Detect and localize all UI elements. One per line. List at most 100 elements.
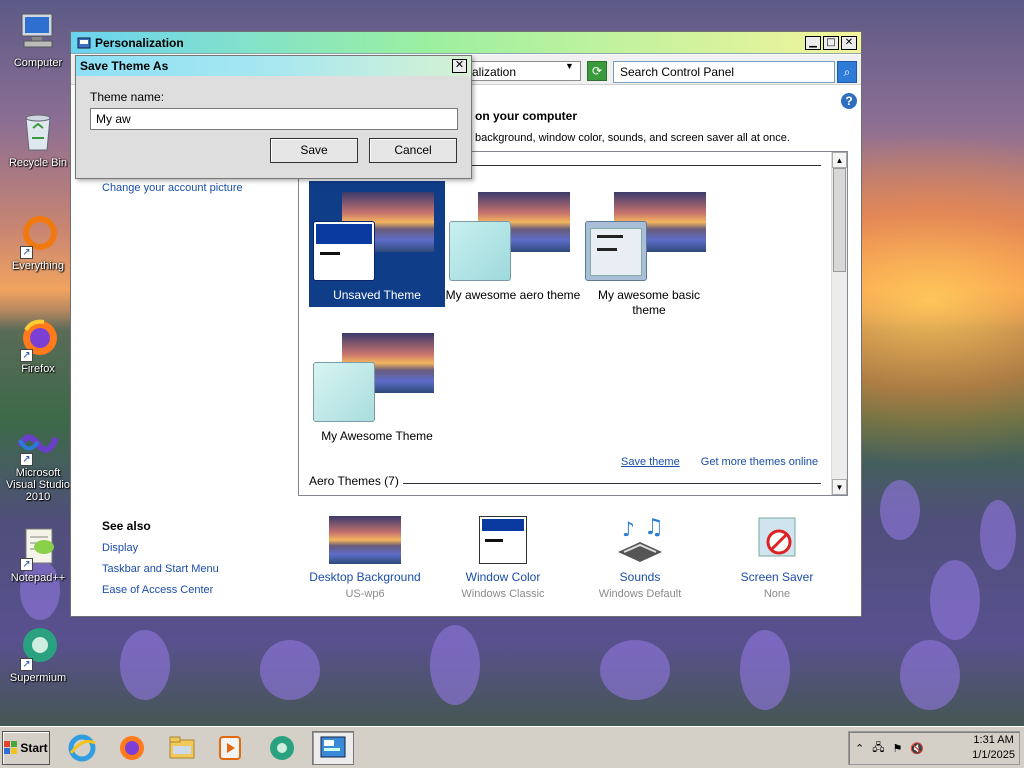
desktop-icon-visual-studio[interactable]: ↗ Microsoft Visual Studio 2010 <box>4 420 72 503</box>
maximize-button[interactable]: □ <box>823 35 839 50</box>
see-also-display-link[interactable]: Display <box>102 542 138 554</box>
save-button[interactable]: Save <box>270 138 358 163</box>
notepad-plus-plus-icon: ↗ <box>16 525 60 571</box>
desktop-background-item[interactable]: Desktop Background US-wp6 <box>300 516 430 600</box>
desktop-icon-supermium[interactable]: ↗ Supermium <box>4 625 72 684</box>
item-label: Window Color <box>465 570 541 584</box>
item-label: Sounds <box>619 570 661 584</box>
theme-unsaved[interactable]: Unsaved Theme <box>309 181 445 307</box>
media-player-icon <box>219 736 241 760</box>
volume-muted-icon[interactable]: 🔇 <box>910 742 924 755</box>
supermium-icon <box>270 736 294 760</box>
supermium-icon: ↗ <box>16 625 60 671</box>
clock-time: 1:31 AM <box>973 734 1014 746</box>
theme-my-awesome[interactable]: My Awesome Theme <box>309 322 445 448</box>
theme-name-input[interactable]: My aw <box>90 108 458 130</box>
scroll-thumb[interactable] <box>833 168 846 272</box>
item-sublabel: Windows Classic <box>461 588 545 600</box>
everything-icon: ↗ <box>16 213 60 259</box>
item-label: Screen Saver <box>740 570 814 584</box>
recycle-bin-icon <box>16 110 60 154</box>
dialog-close-icon[interactable]: ✕ <box>452 59 467 73</box>
clock[interactable]: 1:31 AM 1/1/2025 <box>972 733 1019 763</box>
desktop-icon-everything[interactable]: ↗ Everything <box>4 213 72 272</box>
desktop-icon-notepad-plus-plus[interactable]: ↗ Notepad++ <box>4 525 72 584</box>
item-sublabel: Windows Default <box>598 588 682 600</box>
flag-icon[interactable]: ⚑ <box>892 742 902 755</box>
see-also-taskbar-link[interactable]: Taskbar and Start Menu <box>102 563 219 575</box>
window-titlebar[interactable]: Personalization ▁ □ ✕ <box>71 32 861 54</box>
desktop-icon-label: Recycle Bin <box>8 157 68 169</box>
item-label: Desktop Background <box>309 570 421 584</box>
taskbar-media-player[interactable] <box>212 731 248 765</box>
shortcut-arrow-icon: ↗ <box>20 658 33 671</box>
sounds-item[interactable]: ♪ ♫ Sounds Windows Default <box>575 515 705 600</box>
desktop-icon-label: Microsoft Visual Studio 2010 <box>5 467 70 503</box>
start-button[interactable]: Start <box>2 731 50 765</box>
tray-expand-icon[interactable]: ⌃ <box>855 742 864 755</box>
firefox-icon <box>120 736 144 760</box>
aero-divider <box>399 483 821 484</box>
minimize-button[interactable]: ▁ <box>805 35 821 50</box>
desktop-icon-label: Firefox <box>21 363 55 375</box>
taskbar-explorer[interactable] <box>164 731 200 765</box>
close-button[interactable]: ✕ <box>841 35 857 50</box>
theme-name-label: Theme name: <box>90 90 165 104</box>
desktop-background-icon <box>329 516 401 564</box>
address-dropdown-icon[interactable]: ▼ <box>565 61 574 71</box>
theme-preview-window <box>585 221 647 281</box>
screen-saver-icon <box>741 516 813 564</box>
theme-list[interactable]: Unsaved Theme My awesome aero theme My a… <box>298 151 848 496</box>
desktop-icon-label: Everything <box>12 260 64 272</box>
start-label: Start <box>20 741 48 755</box>
network-icon[interactable]: 🖧 <box>872 739 884 758</box>
taskbar-internet-explorer[interactable] <box>64 731 100 765</box>
taskbar-firefox[interactable] <box>114 731 150 765</box>
page-heading: on your computer <box>475 109 578 123</box>
theme-preview-window <box>449 221 511 281</box>
window-color-icon <box>479 516 527 564</box>
computer-icon <box>16 10 60 54</box>
refresh-icon[interactable]: ⟳ <box>587 61 607 81</box>
item-sublabel: None <box>763 588 791 600</box>
window-color-item[interactable]: Window Color Windows Classic <box>438 516 568 600</box>
desktop-icon-recycle-bin[interactable]: Recycle Bin <box>4 110 72 169</box>
help-icon[interactable]: ? <box>841 93 857 109</box>
desktop-icon-label: Supermium <box>9 672 67 684</box>
theme-my-awesome-basic[interactable]: My awesome basic theme <box>581 181 717 317</box>
item-sublabel: US-wp6 <box>345 588 385 600</box>
scroll-down-icon[interactable]: ▼ <box>832 479 847 495</box>
firefox-icon: ↗ <box>16 316 60 362</box>
taskbar-supermium[interactable] <box>264 731 300 765</box>
search-icon[interactable]: ⌕ <box>837 61 857 83</box>
search-input[interactable]: Search Control Panel <box>613 61 835 83</box>
screen-saver-item[interactable]: Screen Saver None <box>712 516 842 600</box>
save-theme-dialog: Save Theme As ✕ Theme name: My aw Save C… <box>75 55 472 179</box>
window-title: Personalization <box>95 35 184 50</box>
theme-list-scrollbar[interactable]: ▲ ▼ <box>831 152 847 495</box>
control-panel-icon <box>77 37 91 48</box>
theme-actions: Save theme Get more themes online <box>621 456 818 468</box>
sounds-icon: ♪ ♫ <box>604 515 676 564</box>
theme-preview-window <box>313 221 375 281</box>
taskbar-personalization[interactable] <box>312 731 354 765</box>
desktop-icon-label: Computer <box>13 57 63 69</box>
desktop-icon-firefox[interactable]: ↗ Firefox <box>4 316 72 375</box>
visual-studio-icon: ↗ <box>16 420 60 466</box>
address-field[interactable]: alization <box>467 61 581 81</box>
desktop-icon-computer[interactable]: Computer <box>4 10 72 69</box>
get-more-themes-link[interactable]: Get more themes online <box>701 456 818 468</box>
page-subtext: background, window color, sounds, and sc… <box>475 132 790 144</box>
system-tray: ⌃ 🖧 ⚑ 🔇 1:31 AM 1/1/2025 <box>848 731 1020 765</box>
change-account-picture-link[interactable]: Change your account picture <box>102 182 243 194</box>
folder-icon <box>169 736 195 759</box>
cancel-button[interactable]: Cancel <box>369 138 457 163</box>
theme-label: My awesome basic theme <box>597 288 701 317</box>
save-theme-link[interactable]: Save theme <box>621 456 680 468</box>
dialog-title[interactable]: Save Theme As <box>76 56 471 76</box>
shortcut-arrow-icon: ↗ <box>20 558 33 571</box>
scroll-up-icon[interactable]: ▲ <box>832 152 847 168</box>
see-also-ease-of-access-link[interactable]: Ease of Access Center <box>102 584 213 596</box>
windows-logo-icon <box>4 741 18 754</box>
theme-my-awesome-aero[interactable]: My awesome aero theme <box>445 181 581 307</box>
